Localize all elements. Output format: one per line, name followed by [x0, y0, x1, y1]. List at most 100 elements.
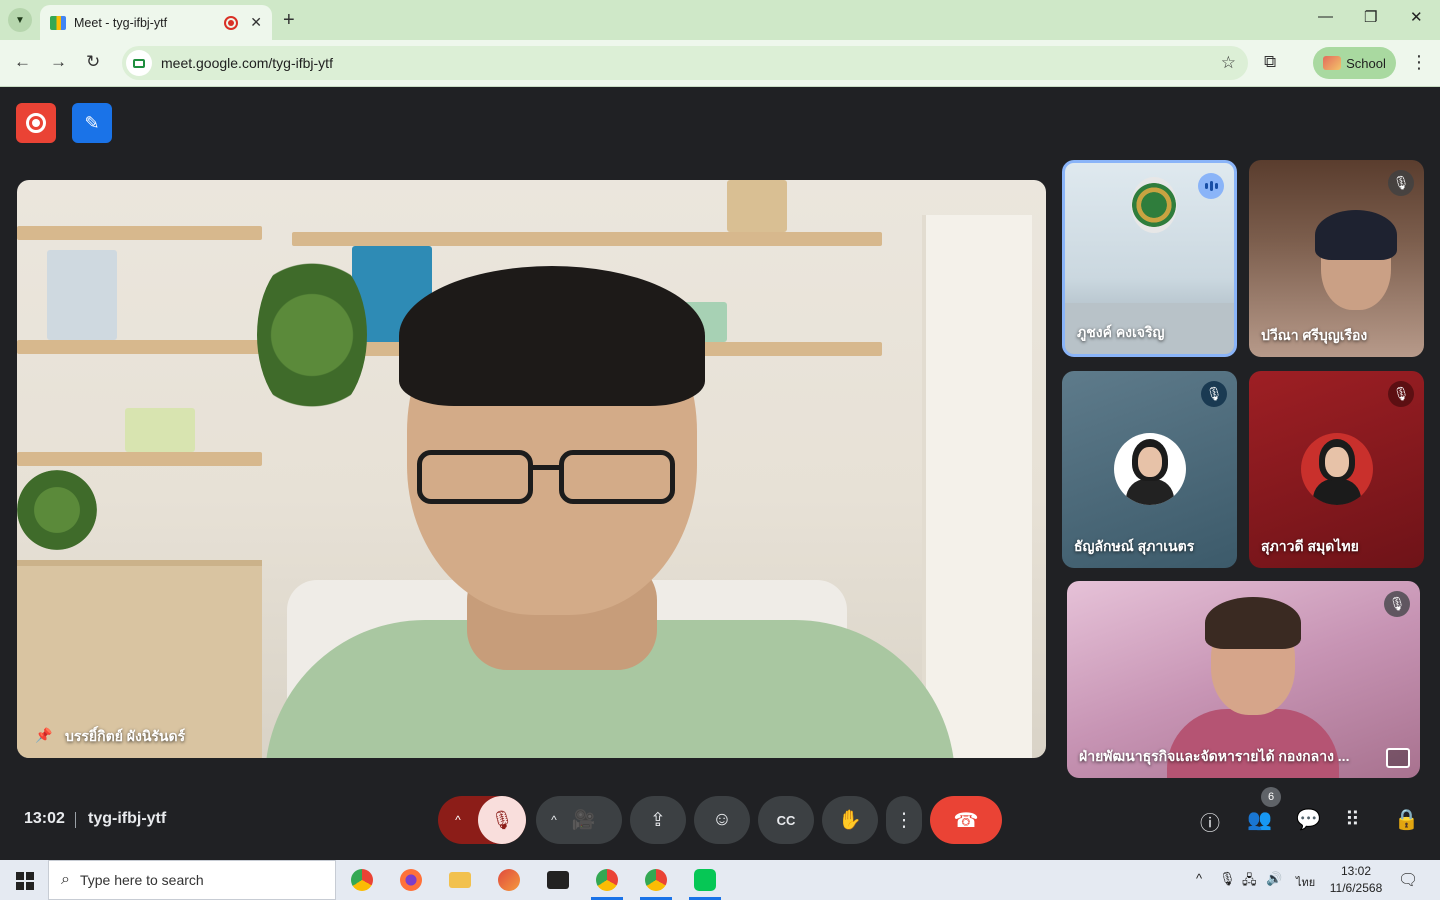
speaking-indicator-icon — [1198, 173, 1224, 199]
back-button[interactable]: ← — [14, 52, 31, 72]
present-screen-button[interactable]: ⇪ — [630, 796, 686, 844]
divider — [75, 812, 76, 828]
mic-toggle-button[interactable]: 🎙 — [478, 796, 526, 844]
pin-icon[interactable]: 📌 — [35, 727, 52, 744]
taskbar-chrome-profile-icon[interactable] — [587, 865, 627, 900]
windows-taskbar: ⌕ Type here to search ^ 🎙 🖧 🔊 ไทย 13:02 … — [0, 860, 1440, 900]
clock-date: 11/6/2568 — [1329, 881, 1383, 895]
taskbar-search[interactable]: ⌕ Type here to search — [48, 860, 336, 900]
muted-mic-icon: 🎙 — [1388, 381, 1414, 407]
leave-call-button[interactable]: ☎ — [930, 796, 1002, 844]
plant — [17, 470, 97, 550]
new-tab-button[interactable]: + — [283, 9, 295, 32]
notifications-icon[interactable]: 🗨 — [1398, 870, 1418, 890]
hand-icon: ✋ — [838, 810, 862, 831]
browser-menu-icon[interactable]: ⋮ — [1410, 52, 1428, 73]
chat-icon[interactable]: 💬 — [1296, 807, 1321, 832]
books — [47, 250, 117, 340]
window-minimize-button[interactable]: — — [1318, 8, 1333, 25]
picture-in-picture-icon[interactable] — [1386, 748, 1410, 768]
camera-icon: 🎥 — [571, 810, 596, 831]
participant-name: ธัญลักษณ์ สุภาเนตร — [1074, 538, 1195, 554]
hang-up-icon: ☎ — [953, 809, 979, 832]
glasses — [559, 450, 675, 504]
start-button[interactable] — [16, 872, 34, 890]
taskbar-line-icon[interactable] — [685, 865, 725, 900]
emoji-icon: ☺ — [712, 809, 732, 830]
meeting-code: tyg-ifbj-ytf — [88, 810, 167, 827]
participant-tile[interactable]: 🎙 ปวีณา ศรีบุญเรือง — [1249, 160, 1424, 357]
taskbar-firefox-icon[interactable] — [391, 865, 431, 895]
window-maximize-button[interactable]: ❐ — [1364, 8, 1377, 26]
participant-hair — [1205, 597, 1301, 649]
tray-volume-icon[interactable]: 🔊 — [1266, 871, 1282, 887]
muted-mic-icon: 🎙 — [1201, 381, 1227, 407]
browser-tab-meet[interactable]: Meet - tyg-ifbj-ytf ✕ — [40, 5, 272, 40]
mic-off-icon: 🎙 — [490, 809, 514, 830]
taskbar-chrome-active-icon[interactable] — [636, 865, 676, 900]
captions-icon: CC — [776, 812, 796, 828]
reactions-button[interactable]: ☺ — [694, 796, 750, 844]
tray-overflow-icon[interactable]: ^ — [1196, 871, 1202, 886]
participant-name: ฝ่ายพัฒนาธุรกิจและจัดหารายได้ กองกลาง ..… — [1079, 748, 1350, 764]
site-info-icon[interactable] — [126, 50, 152, 76]
taskbar-clock[interactable]: 13:02 11/6/2568 — [1322, 863, 1390, 897]
forward-button[interactable]: → — [50, 52, 67, 72]
search-icon: ⌕ — [61, 871, 70, 888]
tab-title: Meet - tyg-ifbj-ytf — [74, 15, 168, 30]
main-speaker-tile[interactable]: 📌 บรรยิ์กิตย์ ผังนิรันดร์ — [17, 180, 1046, 758]
taskbar-terminal-icon[interactable] — [538, 865, 578, 895]
raise-hand-button[interactable]: ✋ — [822, 796, 878, 844]
shelf — [17, 452, 262, 466]
host-controls-icon[interactable]: 🔒 — [1394, 807, 1419, 832]
taskbar-search-placeholder: Type here to search — [79, 872, 204, 888]
avatar — [1300, 433, 1373, 505]
tray-mic-icon[interactable]: 🎙 — [1219, 871, 1236, 887]
door — [922, 215, 1032, 758]
url-text[interactable]: meet.google.com/tyg-ifbj-ytf — [161, 55, 1221, 71]
glasses-bridge — [531, 465, 561, 470]
taskbar-chrome-icon[interactable] — [342, 865, 382, 895]
tab-close-icon[interactable]: ✕ — [250, 14, 262, 31]
participant-tile[interactable]: ภูชงค์ คงเจริญ — [1062, 160, 1237, 357]
mic-control-group: ^ 🎙 — [438, 796, 526, 844]
glasses — [417, 450, 533, 504]
audio-options-button[interactable]: ^ — [438, 813, 478, 827]
box — [727, 180, 787, 232]
speaker-hair — [399, 266, 705, 406]
activities-icon[interactable]: ⠿ — [1345, 807, 1360, 832]
tray-network-icon[interactable]: 🖧 — [1242, 871, 1257, 893]
bookmark-star-icon[interactable]: ☆ — [1221, 53, 1236, 73]
more-options-button[interactable]: ⋮ — [886, 796, 922, 844]
taskbar-app-icon[interactable] — [489, 865, 529, 895]
notes-badge[interactable]: ✎ — [72, 103, 112, 143]
participant-name: ปวีณา ศรีบุญเรือง — [1261, 327, 1368, 343]
window-close-button[interactable]: ✕ — [1410, 8, 1423, 26]
video-options-button[interactable]: ^ — [536, 813, 572, 827]
avatar — [1113, 433, 1186, 505]
shelf — [17, 226, 262, 240]
shelf — [17, 340, 262, 354]
profile-avatar — [1323, 56, 1342, 70]
participant-tile[interactable]: 🎙 สุภาวดี สมุดไทย — [1249, 371, 1424, 568]
taskbar-file-explorer-icon[interactable] — [440, 865, 480, 895]
plant — [257, 250, 367, 420]
participant-tile[interactable]: 🎙 ธัญลักษณ์ สุภาเนตร — [1062, 371, 1237, 568]
recording-badge[interactable] — [16, 103, 56, 143]
tab-search-chevron-icon[interactable]: ▼ — [8, 8, 32, 32]
muted-mic-icon: 🎙 — [1384, 591, 1410, 617]
people-icon[interactable]: 👥 — [1247, 807, 1272, 832]
meet-favicon-icon — [50, 15, 66, 30]
profile-button[interactable]: School — [1313, 47, 1396, 79]
participant-tile[interactable]: 🎙 ฝ่ายพัฒนาธุรกิจและจัดหารายได้ กองกลาง … — [1067, 581, 1420, 778]
camera-control-group: ^ 🎥 — [536, 796, 622, 844]
participant-hair — [1315, 210, 1397, 260]
meeting-details-icon[interactable]: ⓘ — [1200, 807, 1220, 836]
present-icon: ⇪ — [650, 809, 666, 831]
tray-language[interactable]: ไทย — [1296, 873, 1315, 891]
address-bar[interactable]: meet.google.com/tyg-ifbj-ytf ☆ — [122, 46, 1248, 80]
extensions-icon[interactable]: ⧉ — [1264, 52, 1276, 72]
camera-toggle-button[interactable]: 🎥 — [572, 808, 622, 832]
captions-button[interactable]: CC — [758, 796, 814, 844]
reload-button[interactable]: ↻ — [86, 52, 100, 72]
